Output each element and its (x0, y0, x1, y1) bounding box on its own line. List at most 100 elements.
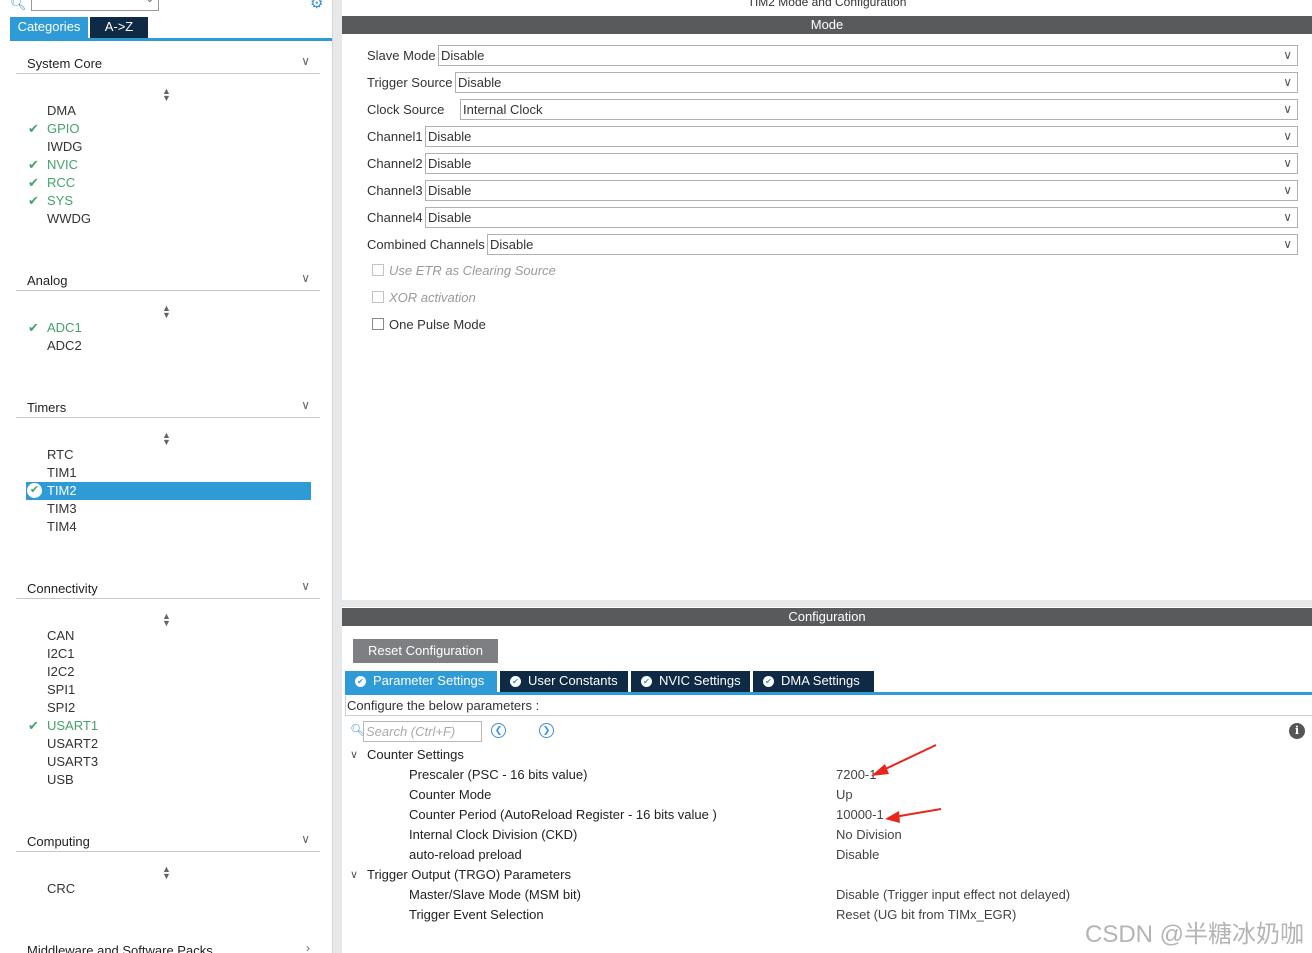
chevron-down-icon[interactable]: ∨ (301, 579, 310, 593)
category-connectivity: Connectivity ∨ ▲ ▼ CAN I2C1 I2C2 SPI1 SPI2 ✔ USART… (16, 577, 320, 787)
peripheral-item-tim2[interactable]: ✔ TIM2 (26, 482, 311, 500)
category-timers: Timers ∨ ▲ ▼ RTC TIM1 ✔ TIM2 TIM3 TIM4 (16, 396, 320, 534)
reset-configuration-button[interactable]: Reset Configuration (353, 639, 498, 663)
chevron-down-icon[interactable]: ∨ (301, 832, 310, 846)
tab-user-constants[interactable]: ✔ User Constants (500, 671, 628, 692)
category-middleware-and-software-packs: Middleware and Software Packs › (16, 939, 320, 953)
sort-icon[interactable]: ▲ ▼ (162, 865, 171, 881)
peripheral-item-usart3[interactable]: USART3 (26, 753, 311, 771)
peripheral-item-rcc[interactable]: ✔ RCC (26, 174, 311, 192)
param-row[interactable]: auto-reload preload Disable (342, 845, 1312, 865)
sort-icon[interactable]: ▲ ▼ (162, 304, 171, 320)
mode-field-channel3: Channel3 Disable ∨ (367, 180, 1298, 202)
chevron-down-icon[interactable]: ∨ (301, 54, 310, 68)
chevron-down-icon: ∨ (1283, 48, 1292, 62)
param-row[interactable]: Internal Clock Division (CKD) No Division (342, 825, 1312, 845)
param-value[interactable]: Disable (836, 845, 879, 865)
sort-icon[interactable]: ▲ ▼ (162, 431, 171, 447)
peripheral-item-tim1[interactable]: TIM1 (26, 464, 311, 482)
param-row[interactable]: Prescaler (PSC - 16 bits value) 7200-1 (342, 765, 1312, 785)
mode-field-clock-source: Clock Source Internal Clock ∨ (367, 99, 1298, 121)
mode-select[interactable]: Disable ∨ (425, 153, 1298, 174)
param-row[interactable]: Counter Period (AutoReload Register - 16… (342, 805, 1312, 825)
mode-select[interactable]: Disable ∨ (425, 180, 1298, 201)
chevron-right-icon[interactable]: › (306, 941, 310, 953)
category-header[interactable]: Middleware and Software Packs › (16, 939, 320, 953)
param-group[interactable]: ∨ Trigger Output (TRGO) Parameters (342, 865, 1312, 885)
category-header[interactable]: System Core ∨ (16, 52, 320, 74)
peripheral-item-spi2[interactable]: SPI2 (26, 699, 311, 717)
param-search-input[interactable]: Search (Ctrl+F) (363, 721, 482, 742)
peripheral-item-tim4[interactable]: TIM4 (26, 518, 311, 536)
param-row[interactable]: Master/Slave Mode (MSM bit) Disable (Trig… (342, 885, 1312, 905)
sort-icon[interactable]: ▲ ▼ (162, 612, 171, 628)
mode-select[interactable]: Disable ∨ (487, 234, 1298, 255)
peripheral-item-rtc[interactable]: RTC (26, 446, 311, 464)
peripheral-label: I2C2 (47, 664, 75, 679)
param-value[interactable]: No Division (836, 825, 902, 845)
chevron-down-icon[interactable]: ∨ (301, 398, 310, 412)
tab-nvic-settings[interactable]: ✔ NVIC Settings (631, 671, 750, 692)
checkbox-box[interactable] (372, 318, 384, 330)
mode-select[interactable]: Disable ∨ (455, 72, 1298, 93)
tab-categories[interactable]: Categories (10, 17, 88, 38)
tab-label: User Constants (528, 673, 618, 688)
chevron-down-icon[interactable]: ∨ (350, 865, 358, 885)
category-items: DMA ✔ GPIO IWDG ✔ NVIC ✔ RCC ✔ SYS WWDG (26, 102, 311, 228)
section-splitter[interactable] (342, 600, 1312, 607)
param-row[interactable]: Counter Mode Up (342, 785, 1312, 805)
peripheral-item-i2c2[interactable]: I2C2 (26, 663, 311, 681)
mode-field-trigger-source: Trigger Source Disable ∨ (367, 72, 1298, 94)
peripheral-item-adc2[interactable]: ADC2 (26, 337, 311, 355)
param-group[interactable]: ∨ Counter Settings (342, 745, 1312, 765)
mode-select[interactable]: Disable ∨ (438, 45, 1298, 66)
mode-select[interactable]: Disable ∨ (425, 126, 1298, 147)
category-header[interactable]: Analog ∨ (16, 269, 320, 291)
peripheral-item-i2c1[interactable]: I2C1 (26, 645, 311, 663)
panel-splitter[interactable] (333, 0, 342, 953)
mode-select[interactable]: Disable ∨ (425, 207, 1298, 228)
peripheral-item-tim3[interactable]: TIM3 (26, 500, 311, 518)
chevron-down-icon[interactable]: ∨ (350, 745, 358, 765)
peripheral-item-nvic[interactable]: ✔ NVIC (26, 156, 311, 174)
tab-a-to-z[interactable]: A->Z (90, 17, 148, 38)
chevron-down-icon: ∨ (1283, 129, 1292, 143)
category-items: RTC TIM1 ✔ TIM2 TIM3 TIM4 (26, 446, 311, 536)
peripheral-item-usart1[interactable]: ✔ USART1 (26, 717, 311, 735)
peripheral-label: GPIO (47, 121, 80, 136)
window-title: TIM2 Mode and Configuration (747, 0, 907, 9)
peripheral-item-iwdg[interactable]: IWDG (26, 138, 311, 156)
param-name: Counter Period (AutoReload Register - 16… (409, 807, 717, 822)
category-header[interactable]: Connectivity ∨ (16, 577, 320, 599)
category-header[interactable]: Timers ∨ (16, 396, 320, 418)
peripheral-item-can[interactable]: CAN (26, 627, 311, 645)
mode-select[interactable]: Internal Clock ∨ (460, 99, 1298, 120)
peripheral-label: SPI1 (47, 682, 76, 697)
peripheral-item-adc1[interactable]: ✔ ADC1 (26, 319, 311, 337)
category-title: Middleware and Software Packs (27, 943, 213, 953)
param-value[interactable]: Disable (Trigger input effect not delaye… (836, 885, 1070, 905)
chevron-down-icon[interactable]: ∨ (301, 271, 310, 285)
tab-parameter-settings[interactable]: ✔ Parameter Settings (345, 671, 497, 692)
peripheral-item-crc[interactable]: CRC (26, 880, 311, 898)
param-value[interactable]: Up (836, 785, 853, 805)
checkbox-one-pulse-mode[interactable]: One Pulse Mode (372, 317, 672, 333)
search-next-icon[interactable]: ❯ (539, 723, 554, 738)
peripheral-item-wwdg[interactable]: WWDG (26, 210, 311, 228)
peripheral-item-spi1[interactable]: SPI1 (26, 681, 311, 699)
search-icon[interactable]: 🔍︎ (10, 0, 27, 12)
info-icon[interactable]: i (1289, 723, 1305, 739)
category-search-combo[interactable]: ⌄ (31, 0, 159, 11)
sort-icon[interactable]: ▲ ▼ (162, 87, 171, 103)
peripheral-item-usart2[interactable]: USART2 (26, 735, 311, 753)
param-value[interactable]: Reset (UG bit from TIMx_EGR) (836, 905, 1016, 925)
tab-dma-settings[interactable]: ✔ DMA Settings (753, 671, 874, 692)
peripheral-item-dma[interactable]: DMA (26, 102, 311, 120)
category-header[interactable]: Computing ∨ (16, 830, 320, 852)
gear-icon[interactable]: ⚙ (310, 0, 323, 12)
peripheral-item-usb[interactable]: USB (26, 771, 311, 789)
search-previous-icon[interactable]: ❮ (491, 723, 506, 738)
peripheral-item-sys[interactable]: ✔ SYS (26, 192, 311, 210)
param-value[interactable]: 10000-1 (836, 805, 884, 825)
peripheral-item-gpio[interactable]: ✔ GPIO (26, 120, 311, 138)
